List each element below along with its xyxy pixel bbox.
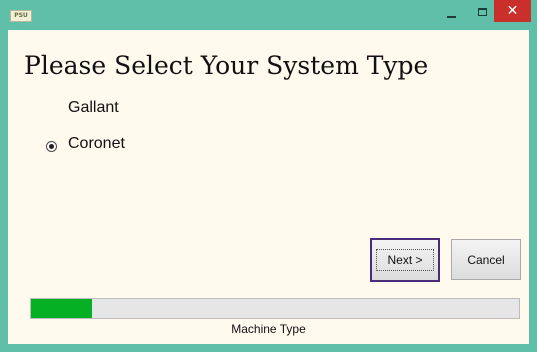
option-gallant[interactable]: Gallant — [68, 99, 119, 117]
progress-status-label: Machine Type — [231, 322, 306, 336]
minimize-icon — [447, 16, 456, 18]
next-button-label: Next > — [376, 249, 434, 271]
close-button[interactable]: ✕ — [494, 0, 531, 22]
progress-bar — [30, 298, 520, 319]
minimize-button[interactable] — [436, 0, 467, 24]
maximize-icon — [478, 8, 487, 16]
progress-fill — [31, 299, 92, 318]
radio-coronet[interactable] — [46, 141, 57, 152]
close-icon: ✕ — [506, 3, 519, 19]
installer-window: PSU ✕ Please Select Your System Type Gal… — [0, 0, 537, 352]
title-bar[interactable]: PSU ✕ — [0, 0, 537, 30]
next-button[interactable]: Next > — [370, 238, 440, 282]
option-coronet[interactable]: Coronet — [68, 135, 125, 153]
cancel-button[interactable]: Cancel — [451, 239, 521, 280]
page-title: Please Select Your System Type — [24, 51, 429, 80]
app-icon: PSU — [10, 10, 32, 22]
cancel-button-label: Cancel — [467, 252, 505, 267]
radio-selected-dot — [49, 144, 54, 149]
